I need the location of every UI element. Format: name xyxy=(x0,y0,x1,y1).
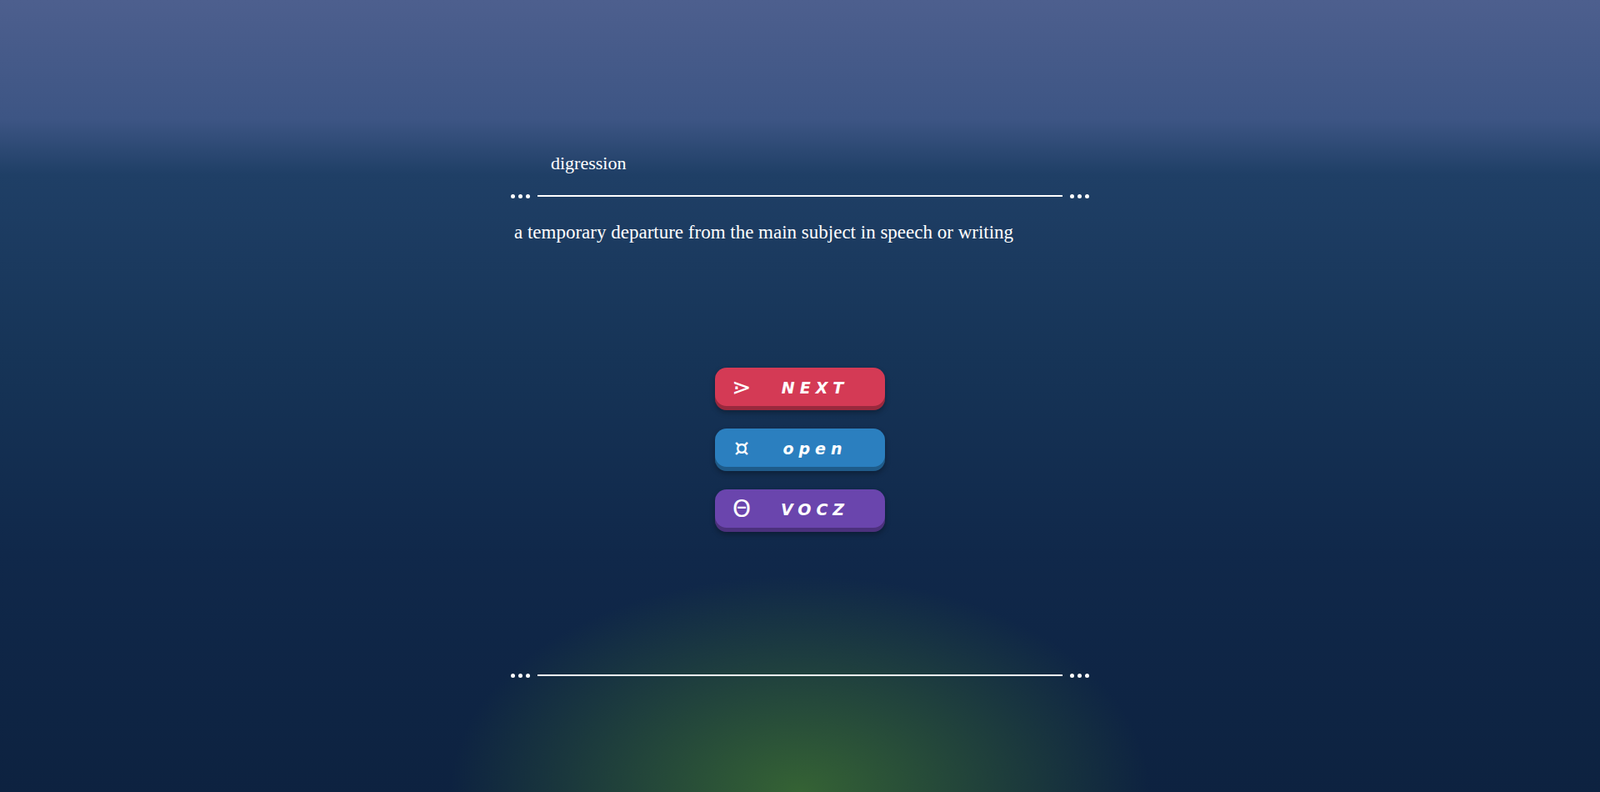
background-photo: digression a temporary departure from the… xyxy=(0,0,1600,792)
button-label: NEXT xyxy=(755,377,875,398)
dot xyxy=(1077,673,1082,678)
action-button[interactable]: ΘVOCZ xyxy=(715,489,885,532)
dot xyxy=(510,194,515,199)
divider-line xyxy=(537,674,1063,676)
top-divider xyxy=(510,192,1090,200)
divider-dots xyxy=(1070,194,1090,199)
button-group: ⋗NEXT ¤open ΘVOCZ xyxy=(510,367,1090,532)
bottom-divider xyxy=(510,671,1090,679)
dot xyxy=(518,194,523,199)
divider-line xyxy=(537,195,1063,197)
flashcard: digression a temporary departure from the… xyxy=(510,0,1090,792)
divider-dots xyxy=(510,194,530,199)
button-label: open xyxy=(755,438,875,459)
button-glyph-icon: Θ xyxy=(728,495,755,524)
dot xyxy=(525,673,530,678)
dot xyxy=(1085,194,1090,199)
button-label: VOCZ xyxy=(755,499,875,520)
dot xyxy=(510,673,515,678)
action-button[interactable]: ¤open xyxy=(715,428,885,471)
dot xyxy=(1077,194,1082,199)
button-glyph-icon: ⋗ xyxy=(728,373,755,402)
button-glyph-icon: ¤ xyxy=(728,434,755,463)
divider-dots xyxy=(510,673,530,678)
word: digression xyxy=(550,152,1090,175)
dot xyxy=(1070,194,1075,199)
action-button[interactable]: ⋗NEXT xyxy=(715,367,885,410)
dot xyxy=(518,673,523,678)
dot xyxy=(1085,673,1090,678)
divider-dots xyxy=(1070,673,1090,678)
dot xyxy=(525,194,530,199)
dot xyxy=(1070,673,1075,678)
definition: a temporary departure from the main subj… xyxy=(510,220,1090,245)
